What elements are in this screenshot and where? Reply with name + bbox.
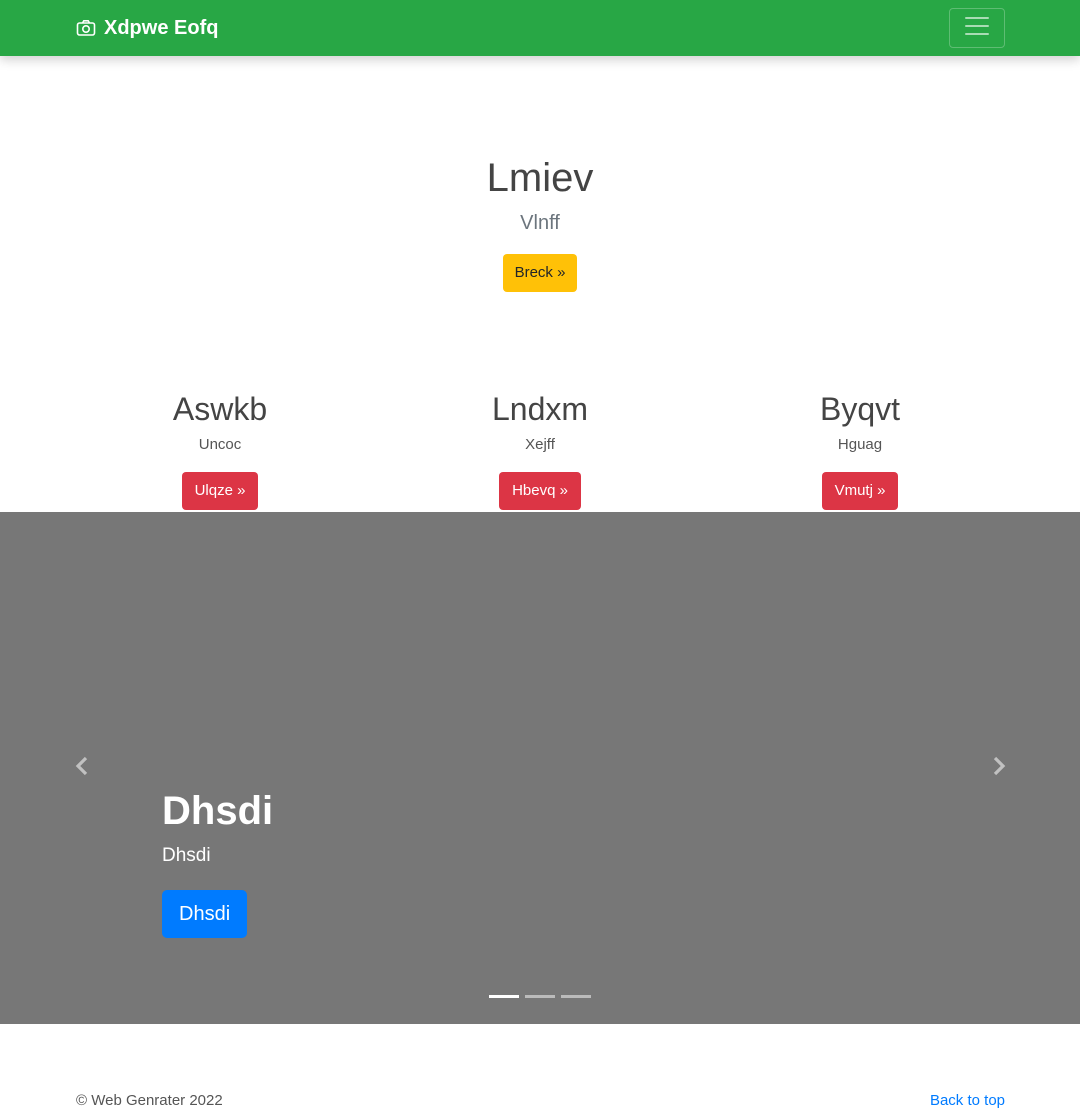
feature-button[interactable]: Ulqze » — [181, 472, 259, 510]
feature-title: Lndxm — [491, 391, 589, 427]
back-to-top-link[interactable]: Back to top — [930, 1091, 1005, 1111]
feature-column-1: Aswkb Uncoc Ulqze » — [40, 388, 400, 510]
hero-title: Lmiev — [486, 156, 594, 200]
hero-subtitle: Vlnff — [520, 212, 560, 234]
footer-copyright: © Web Genrater 2022 — [76, 1092, 223, 1109]
chevron-right-icon — [991, 756, 1007, 781]
carousel-indicator-1[interactable] — [489, 995, 519, 998]
brand-link[interactable]: Xdpwe Eofq — [76, 16, 218, 40]
feature-title: Aswkb — [172, 391, 268, 427]
feature-text: Hguag — [837, 436, 883, 453]
carousel-prev-button[interactable] — [70, 756, 94, 780]
slide-title: Dhsdi — [162, 789, 274, 833]
brand-name: Xdpwe Eofq — [104, 17, 219, 39]
feature-text: Xejff — [525, 436, 555, 453]
carousel-next-button[interactable] — [987, 756, 1011, 780]
feature-button[interactable]: Vmutj » — [821, 472, 899, 510]
hero-section: Lmiev Vlnff Breck » — [0, 150, 1080, 292]
hamburger-menu-icon — [962, 11, 992, 46]
carousel-indicators — [489, 995, 591, 998]
feature-column-3: Byqvt Hguag Vmutj » — [680, 388, 1040, 510]
navbar-toggler-button[interactable] — [949, 8, 1005, 48]
carousel-caption: Dhsdi Dhsdi Dhsdi — [162, 784, 273, 938]
slide-text: Dhsdi — [162, 845, 211, 866]
carousel: Dhsdi Dhsdi Dhsdi — [0, 512, 1080, 1024]
navbar: Xdpwe Eofq — [0, 0, 1080, 56]
slide-button[interactable]: Dhsdi — [162, 890, 248, 938]
feature-title: Byqvt — [819, 391, 901, 427]
feature-button[interactable]: Hbevq » — [499, 472, 581, 510]
chevron-left-icon — [74, 756, 90, 781]
hero-button[interactable]: Breck » — [502, 254, 578, 292]
camera-icon — [76, 18, 96, 38]
feature-column-2: Lndxm Xejff Hbevq » — [360, 388, 720, 510]
feature-text: Uncoc — [198, 436, 242, 453]
carousel-indicator-2[interactable] — [525, 995, 555, 998]
carousel-indicator-3[interactable] — [561, 995, 591, 998]
